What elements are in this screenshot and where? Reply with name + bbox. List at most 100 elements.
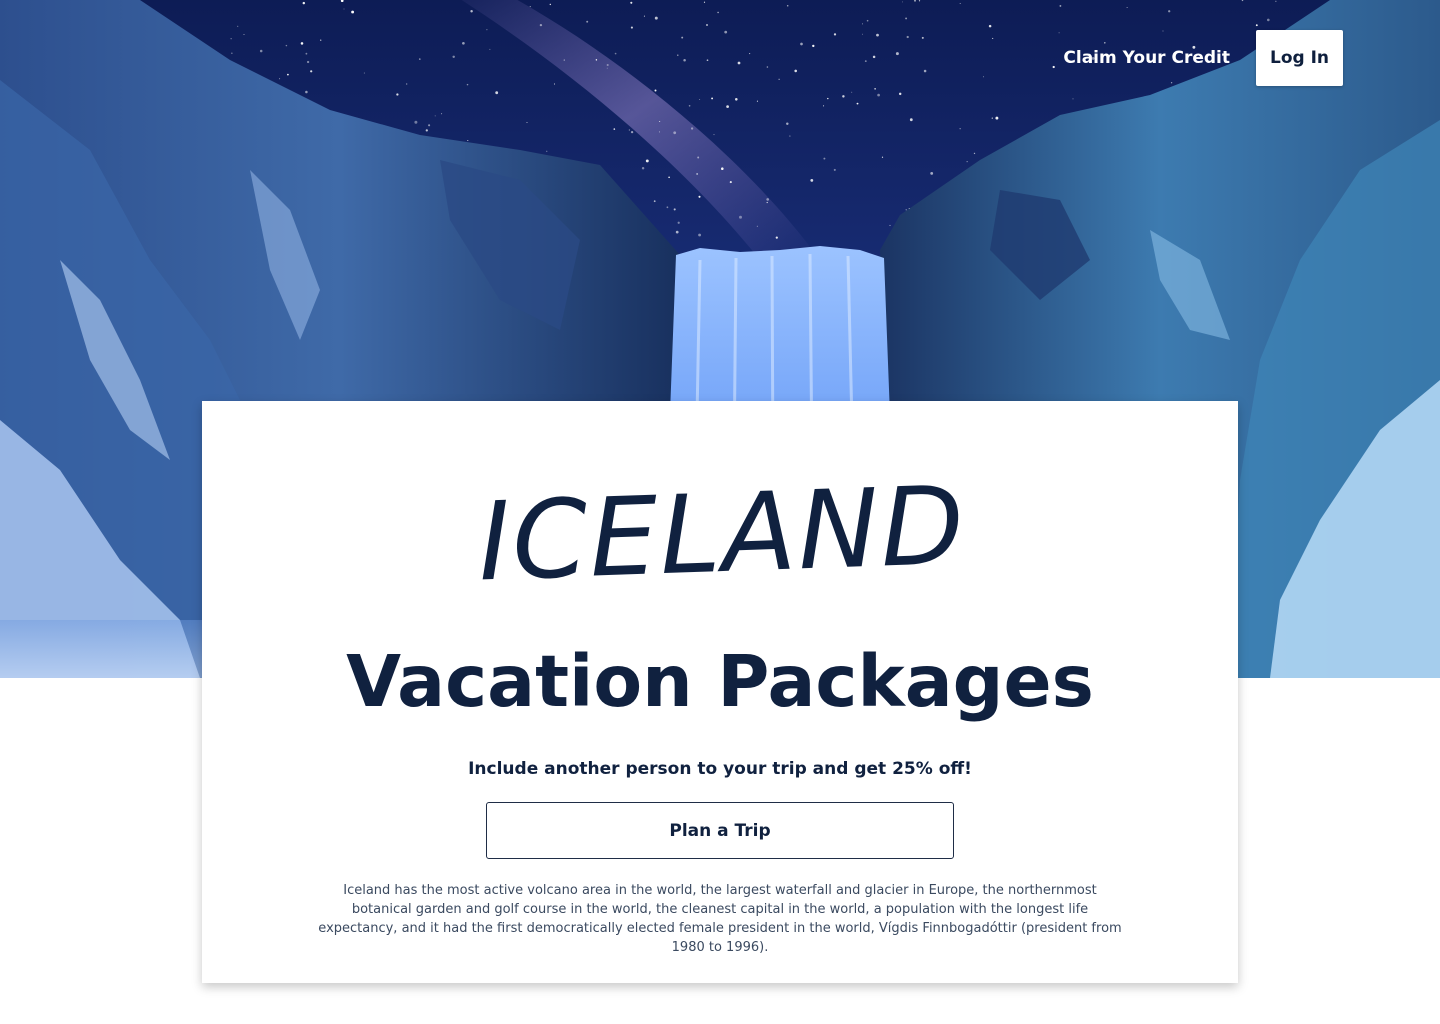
star xyxy=(630,1,633,4)
star xyxy=(766,198,770,201)
iceland-wordmark: ICELAND xyxy=(476,464,968,606)
star xyxy=(905,17,908,20)
star xyxy=(467,139,469,142)
star xyxy=(735,98,738,101)
star xyxy=(851,91,853,93)
star xyxy=(1255,24,1258,27)
star xyxy=(775,236,778,239)
star xyxy=(923,69,927,73)
star xyxy=(991,117,993,119)
star xyxy=(418,58,421,60)
star xyxy=(489,48,491,50)
star xyxy=(905,209,907,211)
star xyxy=(881,156,884,158)
star xyxy=(681,36,684,39)
star xyxy=(690,127,694,130)
star xyxy=(549,3,551,6)
star xyxy=(827,97,829,100)
star xyxy=(320,39,322,41)
star xyxy=(724,30,728,34)
star xyxy=(1266,18,1270,22)
star xyxy=(305,90,308,94)
star xyxy=(864,60,867,62)
star xyxy=(300,42,304,45)
star xyxy=(906,35,909,39)
star xyxy=(812,44,815,48)
star xyxy=(539,23,543,27)
star xyxy=(310,70,313,73)
star xyxy=(414,120,418,124)
star xyxy=(1126,7,1128,8)
star xyxy=(659,121,661,122)
star xyxy=(703,1,706,3)
star xyxy=(643,15,645,17)
star xyxy=(668,176,670,179)
star xyxy=(466,83,469,86)
star xyxy=(231,52,233,54)
star xyxy=(434,115,436,117)
star xyxy=(739,215,742,219)
star xyxy=(866,19,869,22)
star xyxy=(683,59,686,62)
star xyxy=(717,11,719,14)
star xyxy=(766,66,769,68)
star xyxy=(452,55,455,59)
star xyxy=(1072,98,1074,100)
star xyxy=(697,156,700,159)
star xyxy=(711,97,714,100)
star xyxy=(287,73,289,76)
star xyxy=(862,23,863,25)
top-navigation: Claim Your Credit Log In xyxy=(1063,30,1343,86)
login-button[interactable]: Log In xyxy=(1256,30,1343,86)
star xyxy=(729,181,732,184)
star xyxy=(279,78,281,80)
star xyxy=(306,60,310,64)
promo-text: Include another person to your trip and … xyxy=(468,759,972,779)
star xyxy=(696,173,698,175)
star xyxy=(659,131,661,133)
star xyxy=(698,233,702,237)
star xyxy=(988,24,992,28)
star xyxy=(243,33,245,36)
star xyxy=(688,104,691,107)
star xyxy=(302,1,306,5)
star xyxy=(351,10,355,14)
star xyxy=(959,2,961,5)
star xyxy=(654,16,658,20)
star xyxy=(677,221,680,224)
plan-trip-button[interactable]: Plan a Trip xyxy=(486,802,954,859)
star xyxy=(363,72,365,74)
star xyxy=(706,59,709,62)
star xyxy=(930,171,934,175)
star xyxy=(343,8,345,10)
star xyxy=(486,29,488,31)
star xyxy=(810,179,814,182)
star xyxy=(613,128,616,130)
star xyxy=(606,67,608,69)
star xyxy=(794,69,797,73)
page-title: Vacation Packages xyxy=(346,640,1094,723)
star xyxy=(898,92,902,96)
star xyxy=(833,33,837,36)
star xyxy=(586,20,589,23)
claim-credit-link[interactable]: Claim Your Credit xyxy=(1063,48,1230,68)
star xyxy=(874,88,876,90)
star xyxy=(713,134,715,136)
star xyxy=(614,52,617,55)
star xyxy=(756,225,758,227)
star xyxy=(909,118,913,122)
star xyxy=(706,24,708,26)
star xyxy=(441,113,443,115)
star xyxy=(1168,10,1171,13)
star xyxy=(1275,0,1277,2)
star xyxy=(1059,4,1062,7)
star xyxy=(653,200,656,203)
star xyxy=(726,105,729,108)
star xyxy=(595,59,598,61)
star xyxy=(756,100,758,102)
star xyxy=(721,167,724,170)
star xyxy=(285,44,288,47)
star xyxy=(546,150,548,152)
star xyxy=(1052,65,1055,69)
star xyxy=(305,52,308,55)
